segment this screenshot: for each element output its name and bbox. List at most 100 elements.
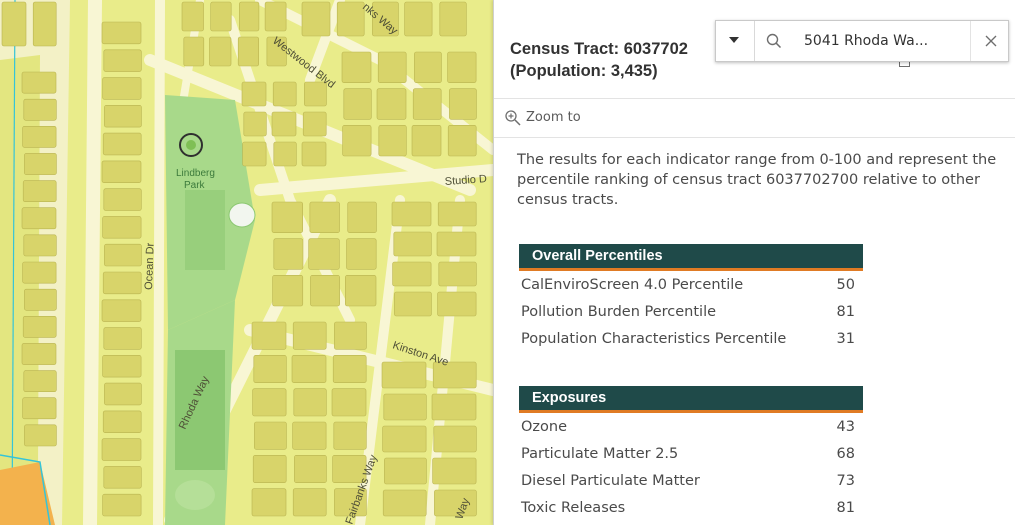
building-footprint <box>22 180 57 203</box>
street-label-ocean: Ocean Dr <box>143 242 157 290</box>
building-footprint <box>273 141 297 167</box>
zoom-in-icon <box>505 110 521 126</box>
building-footprint <box>181 1 204 32</box>
building-footprint <box>301 141 327 167</box>
building-footprint <box>292 488 327 517</box>
building-footprint <box>272 81 297 107</box>
census-tract-popup: Census Tract: 6037702 (Population: 3,435… <box>493 0 1015 525</box>
building-footprint <box>23 98 57 121</box>
search-input[interactable] <box>804 21 964 61</box>
building-footprint <box>382 489 427 517</box>
building-footprint <box>302 111 327 137</box>
building-footprint <box>376 88 407 120</box>
building-footprint <box>309 201 340 233</box>
building-footprint <box>343 88 372 120</box>
row-value: 73 <box>836 473 855 489</box>
popup-title-line2: (Population: 3,435) <box>510 62 658 80</box>
building-footprint <box>24 288 57 311</box>
row-value: 68 <box>836 446 855 462</box>
building-footprint <box>346 238 377 270</box>
building-footprint <box>293 388 327 417</box>
building-footprint <box>21 71 57 94</box>
building-footprint <box>271 201 303 233</box>
building-footprint <box>383 393 427 421</box>
building-footprint <box>252 455 287 483</box>
building-footprint <box>412 88 442 120</box>
building-footprint <box>102 410 142 433</box>
building-footprint <box>104 382 142 406</box>
building-footprint <box>436 231 477 257</box>
building-footprint <box>292 421 327 450</box>
row-label: Ozone <box>521 419 568 435</box>
building-footprint <box>404 1 433 37</box>
building-footprint <box>264 1 287 32</box>
row-label: CalEnviroScreen 4.0 Percentile <box>521 277 744 293</box>
building-footprint <box>1 1 27 47</box>
building-footprint <box>394 291 432 317</box>
building-footprint <box>32 1 57 47</box>
building-footprint <box>251 488 287 517</box>
caret-down-icon <box>729 37 739 43</box>
row-label: Toxic Releases <box>521 500 626 516</box>
row-value: 81 <box>836 304 855 320</box>
search-source-dropdown[interactable] <box>716 21 755 61</box>
building-footprint <box>22 261 57 284</box>
building-footprint <box>102 216 142 239</box>
popup-title: Census Tract: 6037702 (Population: 3,435… <box>510 38 688 82</box>
park-label: Lindberg <box>176 168 215 179</box>
building-footprint <box>101 160 142 183</box>
building-footprint <box>101 21 142 45</box>
building-footprint <box>449 88 477 120</box>
building-footprint <box>392 261 432 287</box>
building-footprint <box>102 77 142 100</box>
building-footprint <box>103 466 142 489</box>
row-label: Particulate Matter 2.5 <box>521 446 679 462</box>
building-footprint <box>292 321 327 350</box>
building-footprint <box>101 438 142 461</box>
building-footprint <box>102 493 142 517</box>
row-value: 50 <box>836 277 855 293</box>
building-footprint <box>301 1 331 37</box>
building-footprint <box>437 201 477 227</box>
building-footprint <box>381 361 427 389</box>
building-footprint <box>334 321 367 350</box>
building-footprint <box>439 1 467 37</box>
building-footprint <box>243 111 267 137</box>
popup-intro-text: The results for each indicator range fro… <box>517 152 997 208</box>
table-row: Ozone 43 <box>521 414 861 440</box>
building-footprint <box>382 425 427 453</box>
building-footprint <box>310 275 340 307</box>
building-footprint <box>447 51 477 83</box>
building-footprint <box>431 393 477 421</box>
building-footprint <box>411 125 442 157</box>
building-footprint <box>271 111 297 137</box>
row-label: Population Characteristics Percentile <box>521 331 787 347</box>
table-row: Particulate Matter 2.5 68 <box>521 441 861 467</box>
section-heading-exposures: Exposures <box>519 386 863 413</box>
building-footprint <box>21 207 57 230</box>
section-heading-overall: Overall Percentiles <box>519 244 863 271</box>
table-row: Pollution Burden Percentile 81 <box>521 299 861 325</box>
building-footprint <box>341 51 372 83</box>
clear-search-button[interactable] <box>970 21 1009 61</box>
table-row: Population Characteristics Percentile 31 <box>521 326 861 352</box>
building-footprint <box>242 141 267 167</box>
row-value: 31 <box>836 331 855 347</box>
building-footprint <box>24 424 57 447</box>
building-footprint <box>393 231 432 257</box>
building-footprint <box>273 238 304 270</box>
zoom-to-action[interactable]: Zoom to <box>494 98 1015 138</box>
address-search-bar <box>715 20 1009 62</box>
building-footprint <box>103 188 142 211</box>
building-footprint <box>102 271 142 295</box>
search-icon[interactable] <box>765 32 783 50</box>
table-row: Toxic Releases 81 <box>521 495 861 521</box>
row-value: 81 <box>836 500 855 516</box>
building-footprint <box>345 275 377 307</box>
building-footprint <box>209 36 232 67</box>
building-footprint <box>438 261 477 287</box>
building-footprint <box>333 421 367 450</box>
building-footprint <box>183 36 205 67</box>
building-footprint <box>377 51 407 83</box>
building-footprint <box>414 51 442 83</box>
